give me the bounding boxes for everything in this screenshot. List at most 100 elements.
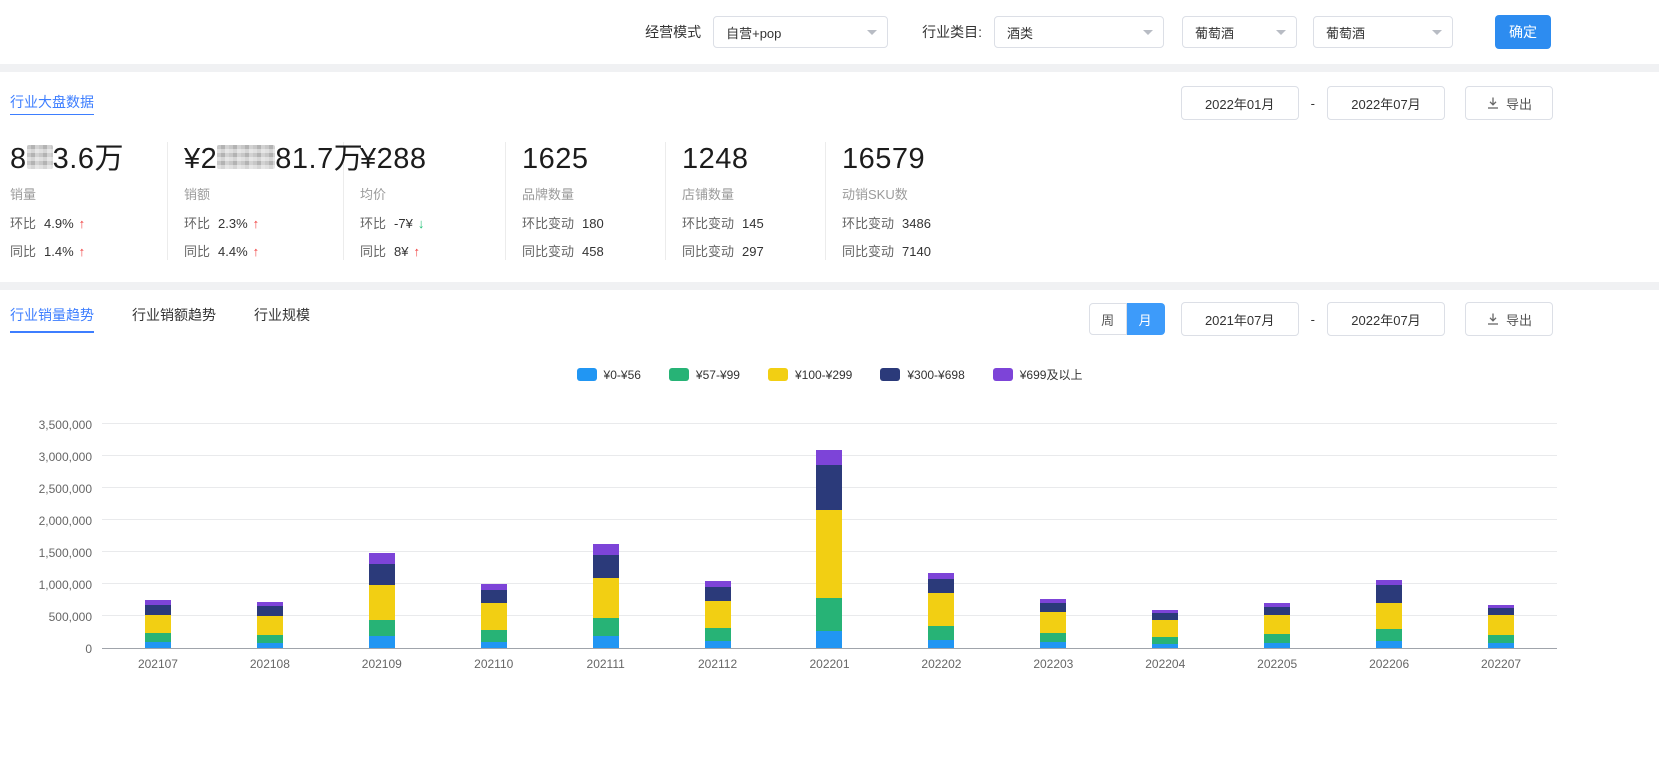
- legend-item[interactable]: ¥0-¥56: [576, 366, 641, 383]
- bar-segment[interactable]: [704, 601, 731, 629]
- bar-segment[interactable]: [816, 509, 843, 599]
- bar-segment[interactable]: [144, 642, 171, 648]
- bar-segment[interactable]: [144, 633, 171, 643]
- trend-date-end[interactable]: 2022年07月: [1327, 302, 1445, 336]
- bar-segment[interactable]: [592, 636, 619, 648]
- stacked-bar[interactable]: [1040, 598, 1067, 648]
- overview-date-start[interactable]: 2022年01月: [1180, 86, 1299, 120]
- bar-segment[interactable]: [1488, 634, 1515, 643]
- bar-segment[interactable]: [368, 584, 395, 621]
- mode-select[interactable]: 自营+pop: [713, 16, 889, 48]
- bar-segment[interactable]: [256, 642, 283, 648]
- bar-segment[interactable]: [928, 578, 955, 593]
- bar-segment[interactable]: [256, 616, 283, 635]
- bar-segment[interactable]: [368, 553, 395, 564]
- stacked-bar[interactable]: [592, 544, 619, 648]
- bar-segment[interactable]: [928, 592, 955, 627]
- bar-segment[interactable]: [1040, 632, 1067, 643]
- bar-segment[interactable]: [1264, 633, 1291, 643]
- stacked-bar[interactable]: [368, 553, 395, 648]
- bar-segment[interactable]: [1488, 642, 1515, 648]
- stacked-bar[interactable]: [816, 449, 843, 648]
- bar-group[interactable]: [997, 425, 1109, 648]
- bar-segment[interactable]: [704, 628, 731, 641]
- bar-segment[interactable]: [368, 636, 395, 648]
- stacked-bar[interactable]: [1152, 609, 1179, 648]
- stacked-bar[interactable]: [1488, 604, 1515, 648]
- sub-sub-category-select[interactable]: 葡萄酒: [1313, 16, 1453, 48]
- bar-group[interactable]: [885, 425, 997, 648]
- bar-segment[interactable]: [1488, 607, 1515, 615]
- bar-segment[interactable]: [1264, 607, 1291, 615]
- bar-segment[interactable]: [816, 449, 843, 465]
- bar-group[interactable]: [438, 425, 550, 648]
- bar-segment[interactable]: [368, 620, 395, 637]
- bar-group[interactable]: [662, 425, 774, 648]
- bar-segment[interactable]: [704, 640, 731, 648]
- bar-segment[interactable]: [592, 578, 619, 618]
- sub-category-select[interactable]: 葡萄酒: [1182, 16, 1297, 48]
- bar-group[interactable]: [326, 425, 438, 648]
- bar-segment[interactable]: [480, 630, 507, 642]
- confirm-button[interactable]: 确定: [1495, 15, 1551, 49]
- bar-segment[interactable]: [1152, 619, 1179, 637]
- bar-segment[interactable]: [1040, 611, 1067, 633]
- bar-segment[interactable]: [368, 563, 395, 585]
- stacked-bar[interactable]: [256, 601, 283, 648]
- bar-segment[interactable]: [1376, 585, 1403, 603]
- bar-segment[interactable]: [480, 641, 507, 648]
- bar-segment[interactable]: [1488, 614, 1515, 635]
- tab-industry-scale[interactable]: 行业规模: [254, 305, 310, 333]
- bar-segment[interactable]: [816, 598, 843, 632]
- overview-title-link[interactable]: 行业大盘数据: [10, 92, 94, 115]
- bar-segment[interactable]: [1152, 643, 1179, 648]
- bar-segment[interactable]: [256, 634, 283, 643]
- bar-segment[interactable]: [592, 544, 619, 555]
- category-select[interactable]: 酒类: [994, 16, 1164, 48]
- bar-group[interactable]: [1109, 425, 1221, 648]
- tab-industry-sales-volume-trend[interactable]: 行业销量趋势: [10, 305, 94, 333]
- bar-segment[interactable]: [928, 640, 955, 648]
- legend-item[interactable]: ¥100-¥299: [767, 366, 852, 383]
- tab-industry-sales-amount-trend[interactable]: 行业销额趋势: [132, 305, 216, 333]
- bar-group[interactable]: [214, 425, 326, 648]
- bar-group[interactable]: [1445, 425, 1557, 648]
- legend-item[interactable]: ¥300-¥698: [880, 366, 965, 383]
- bar-segment[interactable]: [1376, 629, 1403, 641]
- bar-segment[interactable]: [256, 606, 283, 617]
- bar-segment[interactable]: [816, 465, 843, 510]
- bar-segment[interactable]: [144, 605, 171, 616]
- stacked-bar[interactable]: [1264, 603, 1291, 648]
- stacked-bar[interactable]: [480, 584, 507, 648]
- month-toggle-button[interactable]: 月: [1126, 303, 1165, 335]
- bar-group[interactable]: [774, 425, 886, 648]
- bar-segment[interactable]: [1152, 636, 1179, 644]
- week-toggle-button[interactable]: 周: [1088, 303, 1127, 335]
- bar-segment[interactable]: [592, 617, 619, 637]
- bar-segment[interactable]: [1040, 642, 1067, 648]
- bar-segment[interactable]: [1264, 614, 1291, 634]
- bar-segment[interactable]: [704, 587, 731, 602]
- stacked-bar[interactable]: [1376, 579, 1403, 648]
- bar-segment[interactable]: [1376, 640, 1403, 648]
- bar-segment[interactable]: [1376, 602, 1403, 630]
- bar-group[interactable]: [1221, 425, 1333, 648]
- bar-group[interactable]: [102, 425, 214, 648]
- bar-segment[interactable]: [1040, 602, 1067, 612]
- legend-item[interactable]: ¥699及以上: [992, 366, 1082, 383]
- bar-segment[interactable]: [1264, 642, 1291, 648]
- trend-date-start[interactable]: 2021年07月: [1180, 302, 1299, 336]
- stacked-bar[interactable]: [704, 580, 731, 648]
- overview-date-end[interactable]: 2022年07月: [1327, 86, 1445, 120]
- bar-segment[interactable]: [480, 603, 507, 631]
- stacked-bar[interactable]: [144, 600, 171, 648]
- bar-segment[interactable]: [592, 554, 619, 579]
- bar-segment[interactable]: [816, 631, 843, 648]
- overview-export-button[interactable]: 导出: [1465, 86, 1553, 120]
- legend-item[interactable]: ¥57-¥99: [668, 366, 740, 383]
- bar-group[interactable]: [550, 425, 662, 648]
- bar-segment[interactable]: [1152, 612, 1179, 620]
- bar-segment[interactable]: [928, 626, 955, 641]
- bar-group[interactable]: [1333, 425, 1445, 648]
- stacked-bar[interactable]: [928, 572, 955, 648]
